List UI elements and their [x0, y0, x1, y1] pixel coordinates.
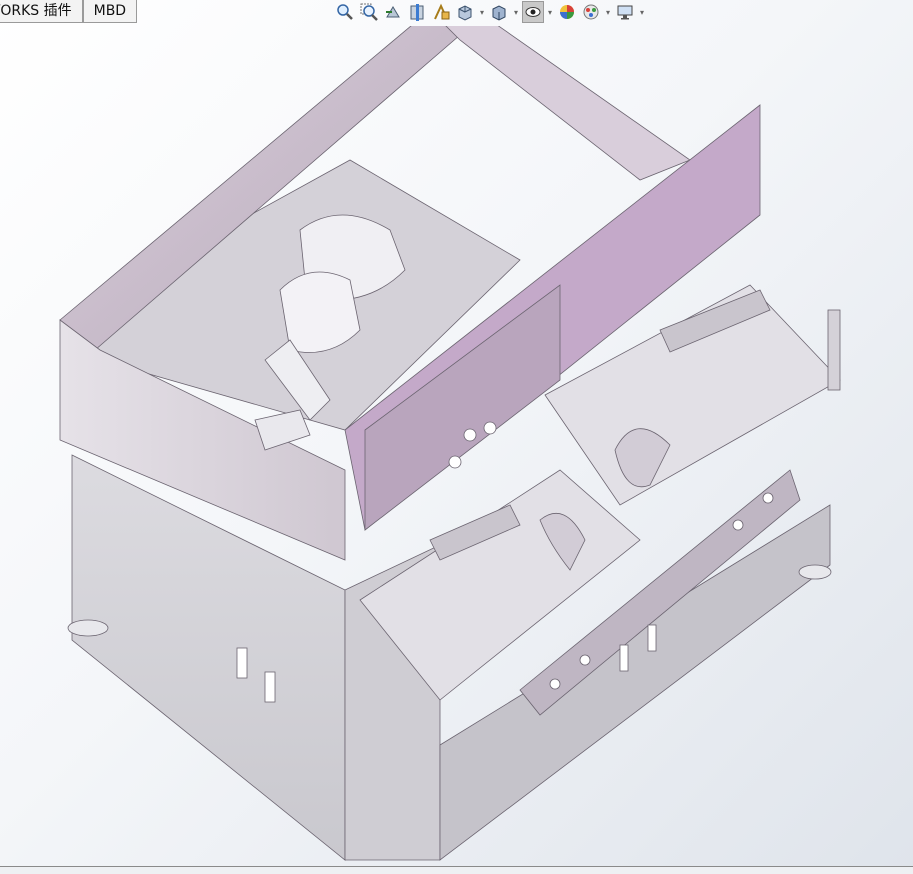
heads-up-view-toolbar: ▾ ▾ ▾ ▾ ▾ [334, 0, 646, 24]
door-handle [619, 644, 629, 672]
status-strip [0, 867, 913, 874]
tab-solidworks-addins[interactable]: VORKS 插件 [0, 0, 83, 23]
corner-post [827, 309, 841, 391]
foot [798, 564, 832, 580]
previous-view-icon[interactable] [382, 1, 404, 23]
hide-show-items-icon[interactable] [522, 1, 544, 23]
view-orientation-icon[interactable] [454, 1, 476, 23]
chevron-down-icon[interactable]: ▾ [546, 1, 554, 23]
foot [67, 619, 109, 637]
door-handle [647, 624, 657, 652]
chevron-down-icon[interactable]: ▾ [604, 1, 612, 23]
zoom-to-area-icon[interactable] [358, 1, 380, 23]
command-manager-tabs: VORKS 插件 MBD [0, 0, 138, 23]
edit-appearance-icon[interactable] [556, 1, 578, 23]
chevron-down-icon[interactable]: ▾ [512, 1, 520, 23]
chevron-down-icon[interactable]: ▾ [478, 1, 486, 23]
door-handle [264, 671, 276, 703]
left-enclosure-right-wall [445, 26, 691, 181]
apply-scene-icon[interactable] [580, 1, 602, 23]
view-settings-icon[interactable] [614, 1, 636, 23]
zoom-to-fit-icon[interactable] [334, 1, 356, 23]
model-graphics-area[interactable] [0, 26, 913, 866]
section-view-icon[interactable] [406, 1, 428, 23]
display-style-icon[interactable] [488, 1, 510, 23]
tab-mbd[interactable]: MBD [82, 0, 138, 23]
automation-machine-model [59, 26, 841, 861]
door-handle [236, 647, 248, 679]
dynamic-annotation-icon[interactable] [430, 1, 452, 23]
chevron-down-icon[interactable]: ▾ [638, 1, 646, 23]
